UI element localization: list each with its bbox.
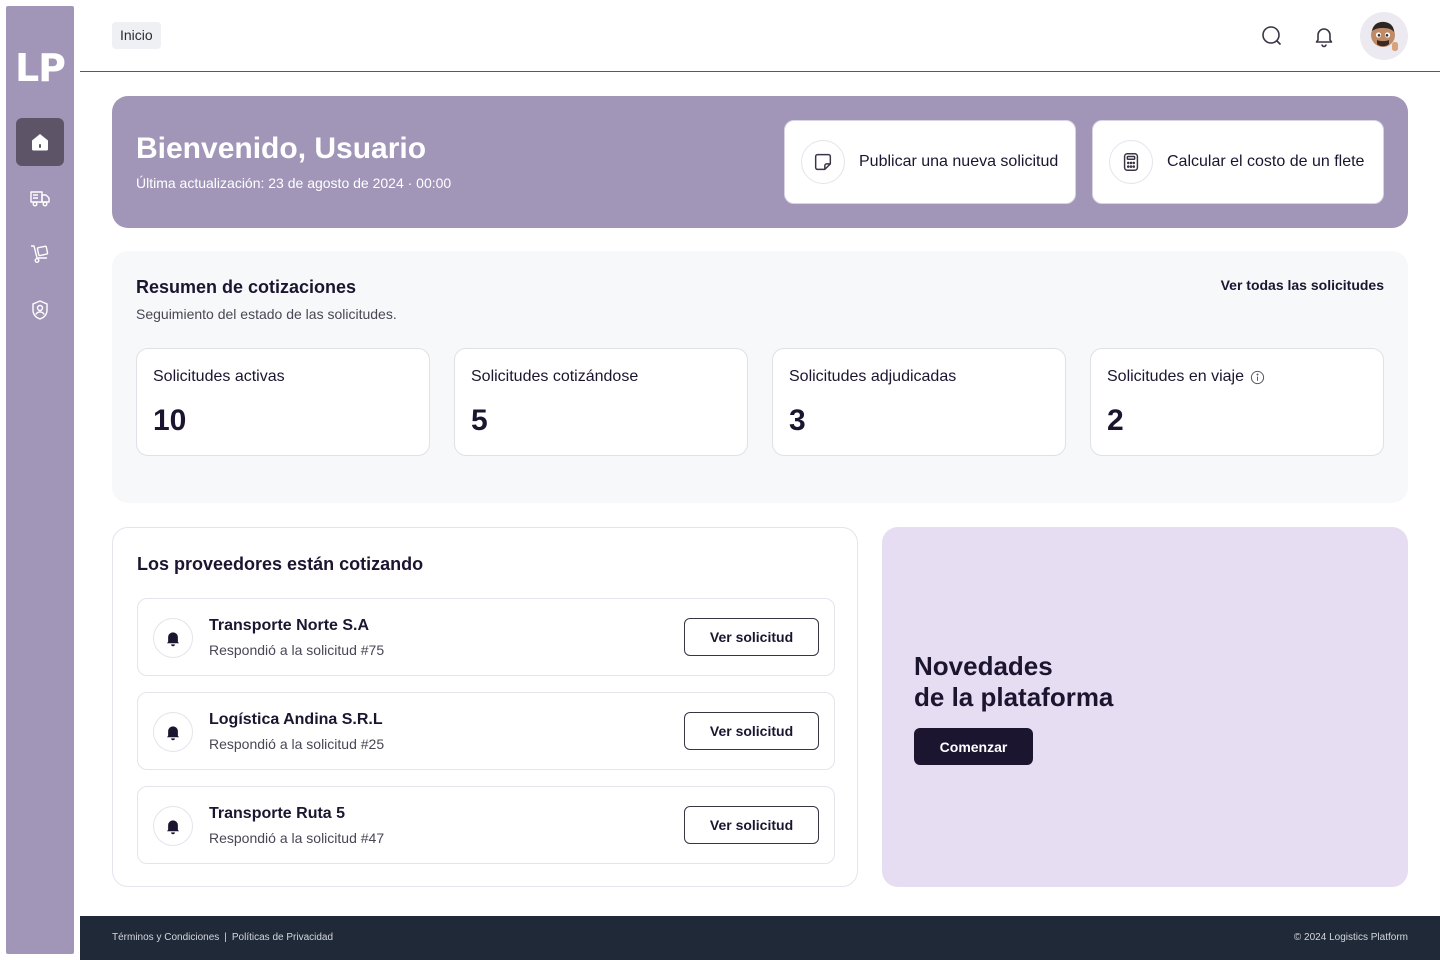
providers-quoting-panel: Los proveedores están cotizando Transpor…	[112, 527, 858, 887]
news-title: Novedades de la plataforma	[914, 651, 1113, 713]
last-update-text: Última actualización: 23 de agosto de 20…	[136, 175, 452, 191]
calculate-freight-label: Calcular el costo de un flete	[1167, 153, 1365, 170]
stat-card-awarded[interactable]: Solicitudes adjudicadas 3	[772, 348, 1066, 456]
hand-truck-icon	[31, 245, 49, 264]
bell-icon	[1315, 28, 1333, 48]
footer-separator: |	[224, 932, 227, 943]
provider-description: Respondió a la solicitud #75	[209, 642, 385, 658]
sidebar-item-profile[interactable]	[16, 286, 64, 334]
footer: Términos y Condiciones | Políticas de Pr…	[80, 916, 1440, 960]
logo: LP	[14, 46, 66, 90]
stat-card-quoting[interactable]: Solicitudes cotizándose 5	[454, 348, 748, 456]
list-item: Logística Andina S.R.L Respondió a la so…	[137, 692, 835, 770]
sidebar: LP	[6, 6, 74, 954]
provider-description: Respondió a la solicitud #25	[209, 736, 385, 752]
stat-value: 5	[471, 404, 488, 437]
sidebar-item-cargo[interactable]	[16, 230, 64, 278]
welcome-banner: Bienvenido, Usuario Última actualización…	[112, 96, 1408, 228]
provider-name: Transporte Ruta 5	[209, 805, 346, 822]
notifications-button[interactable]	[1310, 22, 1338, 50]
stat-label: Solicitudes activas	[153, 368, 285, 386]
sidebar-item-shipments[interactable]	[16, 174, 64, 222]
terms-link[interactable]: Términos y Condiciones	[112, 932, 219, 943]
view-all-requests-link[interactable]: Ver todas las solicitudes	[1221, 277, 1384, 293]
bell-icon	[153, 712, 193, 752]
footer-links: Términos y Condiciones | Políticas de Pr…	[112, 932, 333, 943]
welcome-title: Bienvenido, Usuario	[136, 132, 427, 165]
truck-icon	[30, 191, 50, 207]
breadcrumb[interactable]: Inicio	[112, 22, 161, 49]
stat-label-text: Solicitudes en viaje	[1107, 368, 1244, 385]
info-icon[interactable]	[1250, 370, 1265, 385]
stat-label-text: Solicitudes adjudicadas	[789, 368, 957, 385]
view-request-button[interactable]: Ver solicitud	[684, 806, 819, 844]
quotes-summary: Resumen de cotizaciones Seguimiento del …	[112, 251, 1408, 503]
platform-news-card: Novedades de la plataforma Comenzar	[882, 527, 1408, 887]
home-icon	[32, 134, 48, 151]
publish-request-button[interactable]: Publicar una nueva solicitud	[784, 120, 1076, 204]
provider-name: Logística Andina S.R.L	[209, 711, 383, 728]
note-icon	[801, 140, 845, 184]
stat-label: Solicitudes adjudicadas	[789, 368, 956, 386]
view-request-button[interactable]: Ver solicitud	[684, 712, 819, 750]
top-bar: Inicio	[80, 0, 1440, 72]
stat-label-text: Solicitudes activas	[153, 368, 285, 385]
calculate-freight-button[interactable]: Calcular el costo de un flete	[1092, 120, 1384, 204]
user-shield-icon	[32, 300, 48, 320]
stat-label-text: Solicitudes cotizándose	[471, 368, 639, 385]
provider-name: Transporte Norte S.A	[209, 617, 370, 634]
avatar-image	[1371, 21, 1398, 51]
stat-value: 2	[1107, 404, 1124, 437]
provider-description: Respondió a la solicitud #47	[209, 830, 385, 846]
view-request-button[interactable]: Ver solicitud	[684, 618, 819, 656]
stat-value: 10	[153, 404, 187, 437]
avatar[interactable]	[1360, 12, 1408, 60]
calculator-icon	[1109, 140, 1153, 184]
bell-icon	[153, 618, 193, 658]
sidebar-item-home[interactable]	[16, 118, 64, 166]
news-title-line2: de la plataforma	[914, 682, 1114, 712]
stat-card-in-transit[interactable]: Solicitudes en viaje 2	[1090, 348, 1384, 456]
stat-card-active[interactable]: Solicitudes activas 10	[136, 348, 430, 456]
search-button[interactable]	[1258, 22, 1286, 50]
news-title-line1: Novedades	[914, 651, 1053, 681]
search-icon	[1262, 26, 1282, 46]
list-item: Transporte Ruta 5 Respondió a la solicit…	[137, 786, 835, 864]
summary-title: Resumen de cotizaciones	[136, 277, 357, 297]
stat-label: Solicitudes cotizándose	[471, 368, 638, 386]
privacy-link[interactable]: Políticas de Privacidad	[232, 932, 333, 943]
copyright: © 2024 Logistics Platform	[1293, 932, 1408, 943]
publish-request-label: Publicar una nueva solicitud	[859, 153, 1059, 170]
stat-value: 3	[789, 404, 806, 437]
stat-label: Solicitudes en viaje	[1107, 368, 1265, 386]
start-button[interactable]: Comenzar	[914, 728, 1033, 765]
providers-title: Los proveedores están cotizando	[137, 554, 424, 574]
summary-subtitle: Seguimiento del estado de las solicitude…	[136, 306, 397, 322]
bell-icon	[153, 806, 193, 846]
list-item: Transporte Norte S.A Respondió a la soli…	[137, 598, 835, 676]
